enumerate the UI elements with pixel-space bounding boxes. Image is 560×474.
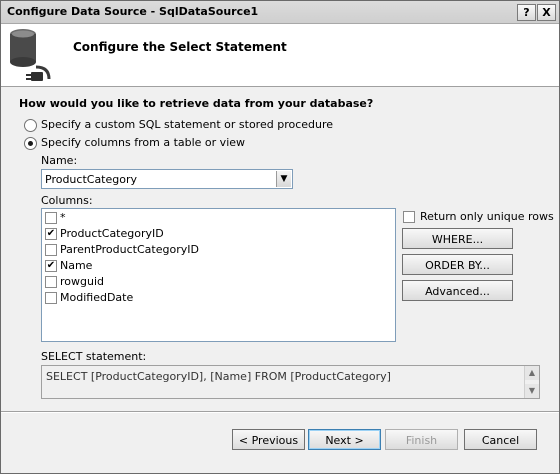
column-checkbox-rowguid[interactable] [45,276,57,288]
chevron-down-icon[interactable]: ▼ [276,171,291,187]
column-checkbox-parentproductcategoryid[interactable] [45,244,57,256]
column-checkbox-name[interactable]: ✔ [45,260,57,272]
radio-selected-dot [28,141,33,146]
custom-sql-radio[interactable] [24,119,37,132]
columns-list[interactable]: * ✔ ProductCategoryID ParentProductCateg… [41,208,396,342]
columns-label: Columns: [41,194,93,207]
column-label: ParentProductCategoryID [60,243,199,256]
finish-button[interactable]: Finish [385,429,458,450]
unique-rows-checkbox[interactable] [403,211,415,223]
configure-data-source-dialog: Configure Data Source - SqlDataSource1 ?… [0,0,560,474]
column-label: ModifiedDate [60,291,134,304]
column-label: Name [60,259,93,272]
name-label: Name: [41,154,78,167]
column-checkbox-star[interactable] [45,212,57,224]
columns-radio-label[interactable]: Specify columns from a table or view [41,136,245,149]
columns-radio[interactable] [24,137,37,150]
window-title: Configure Data Source - SqlDataSource1 [7,5,259,18]
unique-rows-label[interactable]: Return only unique rows [420,210,554,223]
next-button[interactable]: Next > [308,429,381,450]
title-bar[interactable]: Configure Data Source - SqlDataSource1 ?… [1,1,559,24]
table-name-dropdown[interactable]: ProductCategory ▼ [41,169,293,189]
select-statement-text: SELECT [ProductCategoryID], [Name] FROM … [46,370,391,383]
cancel-button[interactable]: Cancel [464,429,537,450]
scroll-down-icon[interactable]: ▼ [525,384,539,398]
previous-button[interactable]: < Previous [232,429,305,450]
column-label: * [60,211,66,224]
table-name-value: ProductCategory [45,173,138,186]
column-label: rowguid [60,275,104,288]
select-statement-label: SELECT statement: [41,350,147,363]
where-button[interactable]: WHERE... [402,228,513,249]
help-button[interactable]: ? [517,4,536,21]
column-checkbox-modifieddate[interactable] [45,292,57,304]
advanced-button[interactable]: Advanced... [402,280,513,301]
sql-scrollbar[interactable]: ▲ ▼ [524,366,539,398]
column-checkbox-productcategoryid[interactable]: ✔ [45,228,57,240]
custom-sql-label[interactable]: Specify a custom SQL statement or stored… [41,118,333,131]
database-plug-icon [10,29,51,81]
retrieval-question: How would you like to retrieve data from… [19,97,374,110]
scroll-up-icon[interactable]: ▲ [525,366,539,380]
page-title: Configure the Select Statement [73,40,287,54]
order-by-button[interactable]: ORDER BY... [402,254,513,275]
wizard-header: Configure the Select Statement [1,24,559,87]
footer-divider [1,411,559,413]
column-label: ProductCategoryID [60,227,164,240]
close-button[interactable]: X [537,4,556,21]
select-statement-box[interactable]: SELECT [ProductCategoryID], [Name] FROM … [41,365,540,399]
